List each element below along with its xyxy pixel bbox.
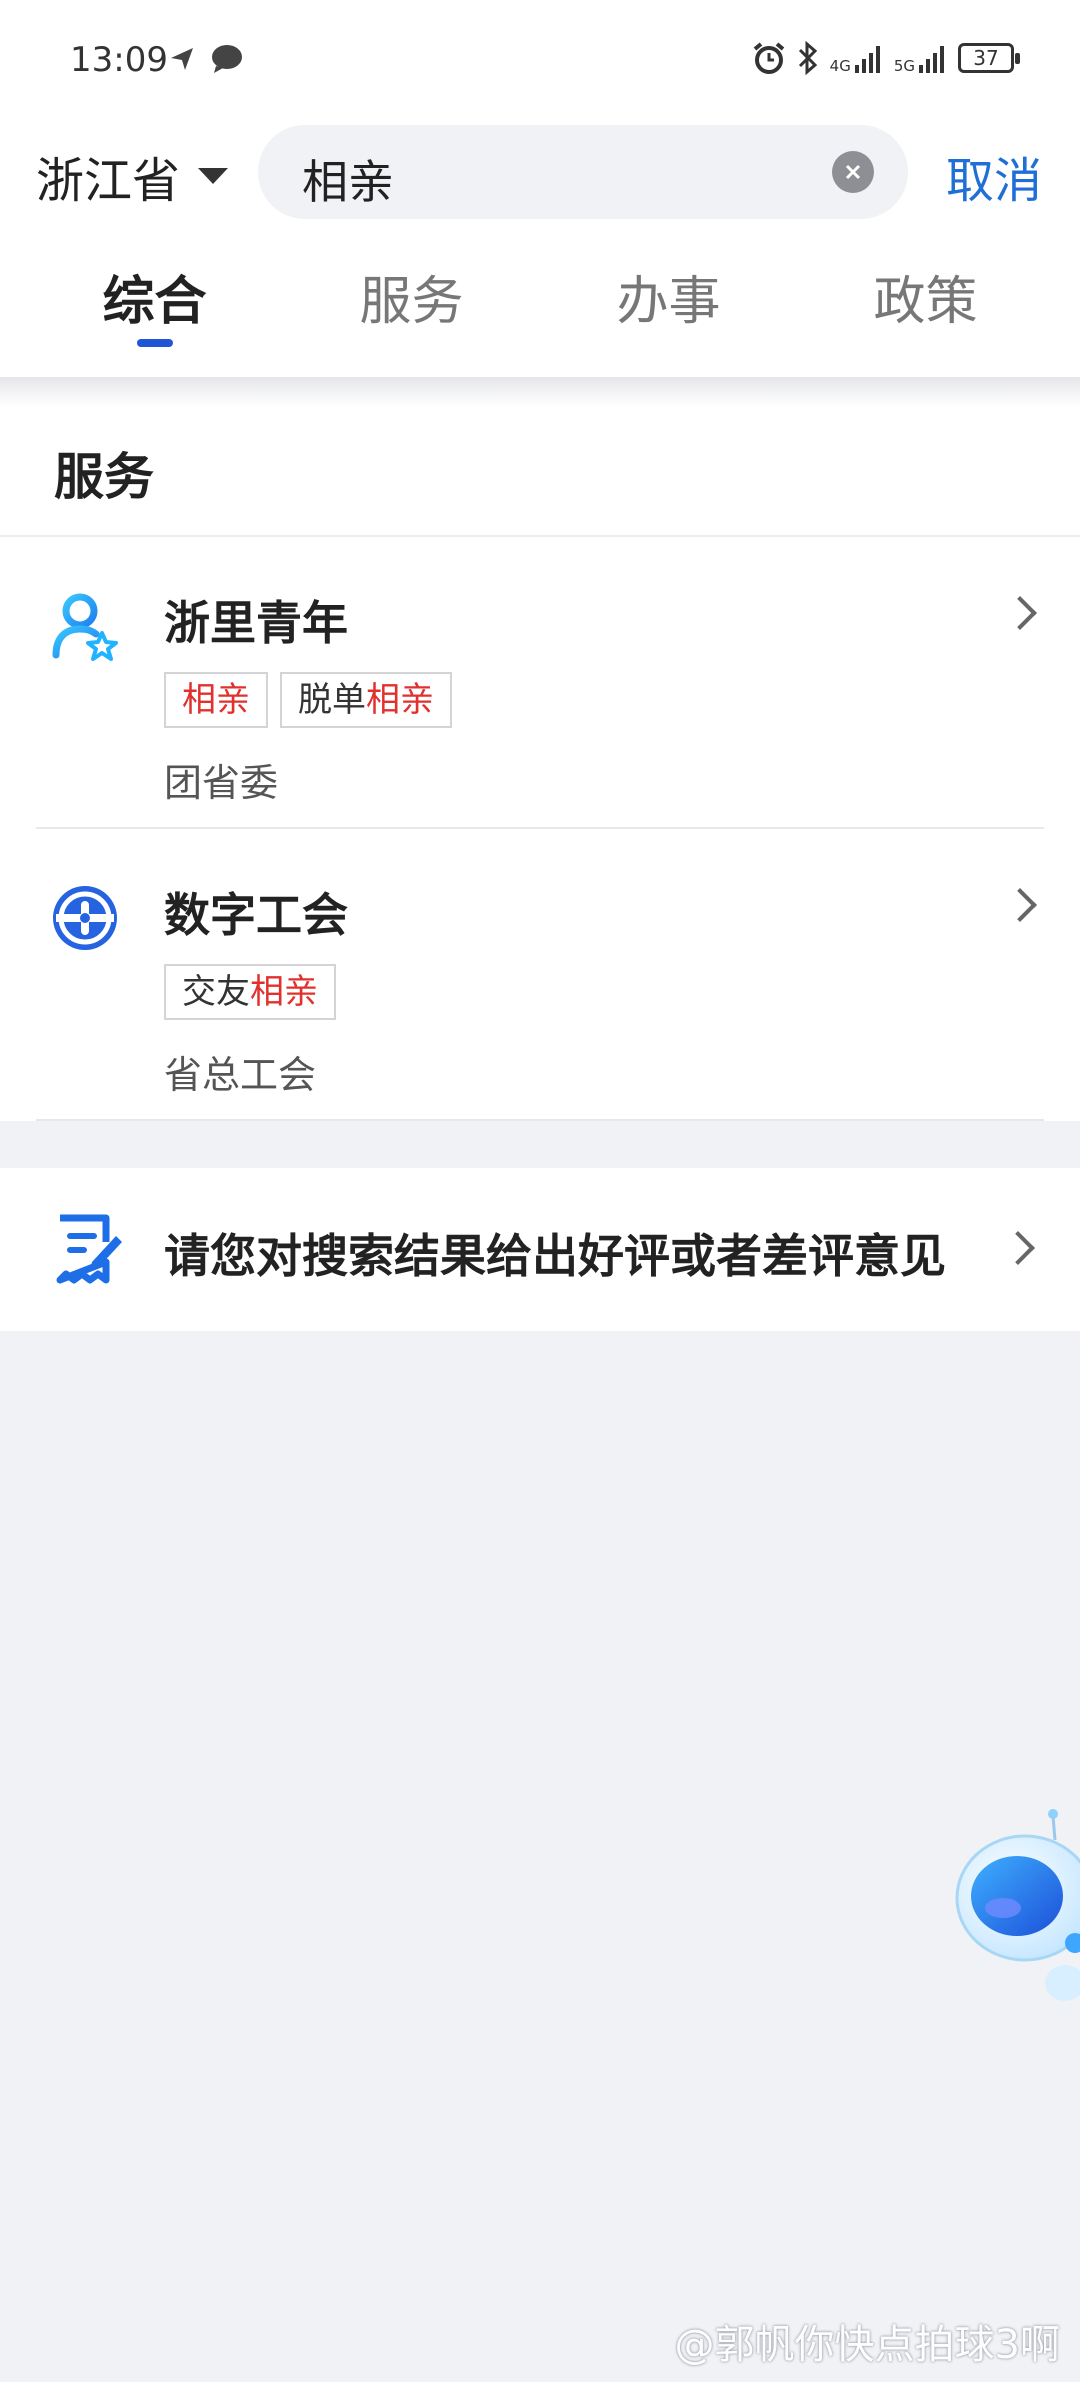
province-selector[interactable]: 浙江省 xyxy=(36,141,229,211)
tag-prefix: 脱单 xyxy=(298,680,366,720)
alarm-icon xyxy=(753,42,784,74)
search-input[interactable]: 相亲 xyxy=(258,125,908,219)
tabs-shadow xyxy=(0,377,1080,407)
tab-policy[interactable]: 政策 xyxy=(826,245,1026,377)
watermark: @郭帆你快点拍球3啊 xyxy=(674,2322,1060,2368)
feedback-text: 请您对搜索结果给出好评或者差评意见 xyxy=(164,1229,946,1283)
chevron-right-icon xyxy=(1003,888,1037,922)
tab-bar: 综合 服务 办事 政策 xyxy=(0,245,1080,377)
service-item-digital-union[interactable]: 数字工会 交友相亲 省总工会 xyxy=(36,829,1044,1121)
chevron-right-icon xyxy=(1003,596,1037,630)
bluetooth-icon xyxy=(798,40,817,76)
feedback-row[interactable]: 请您对搜索结果给出好评或者差评意见 xyxy=(0,1168,1080,1331)
assistant-robot-icon[interactable] xyxy=(955,1808,1080,2008)
status-bar: 13:09 4G 5G 37 xyxy=(0,0,1080,125)
service-tag: 脱单相亲 xyxy=(280,672,452,728)
tab-affairs[interactable]: 办事 xyxy=(569,245,769,377)
services-section: 服务 浙里青年 相亲 脱单相亲 团省委 数字工会 交友相亲 省总工会 xyxy=(0,407,1080,1121)
caret-down-icon xyxy=(198,168,229,184)
service-tags: 交友相亲 xyxy=(164,964,336,1020)
net-label-5g: 5G xyxy=(893,57,915,75)
service-name: 浙里青年 xyxy=(164,596,348,650)
service-org: 团省委 xyxy=(164,761,279,805)
tab-comprehensive[interactable]: 综合 xyxy=(55,245,255,377)
net-label-4g: 4G xyxy=(829,57,851,75)
signal-icon-2 xyxy=(919,46,944,73)
section-title: 服务 xyxy=(0,407,1080,537)
province-label: 浙江省 xyxy=(36,153,181,209)
search-header: 浙江省 相亲 取消 xyxy=(0,125,1080,245)
service-tag: 交友相亲 xyxy=(164,964,336,1020)
service-org: 省总工会 xyxy=(164,1053,317,1097)
message-bubble-icon xyxy=(212,45,242,73)
tab-services[interactable]: 服务 xyxy=(312,245,512,377)
service-item-zheli-youth[interactable]: 浙里青年 相亲 脱单相亲 团省委 xyxy=(36,537,1044,829)
tag-highlight: 相亲 xyxy=(182,680,250,720)
service-tags: 相亲 脱单相亲 xyxy=(164,672,452,728)
battery-indicator: 37 xyxy=(958,43,1020,73)
youth-user-star-icon xyxy=(52,593,118,661)
service-tag: 相亲 xyxy=(164,672,268,728)
union-emblem-icon xyxy=(53,886,117,950)
service-name: 数字工会 xyxy=(164,888,348,942)
feedback-edit-icon xyxy=(56,1214,122,1284)
signal-icon xyxy=(854,46,880,73)
top-header: 13:09 4G 5G 37 浙江省 相亲 取消 综合 服务 办事 政策 xyxy=(0,0,1080,377)
tag-highlight: 相亲 xyxy=(250,972,318,1012)
tag-prefix: 交友 xyxy=(182,972,250,1012)
chevron-right-icon xyxy=(1001,1231,1035,1265)
clear-icon[interactable] xyxy=(832,151,874,193)
navigation-arrow-icon xyxy=(171,48,193,70)
cancel-button[interactable]: 取消 xyxy=(946,141,1042,211)
search-query: 相亲 xyxy=(302,155,394,209)
tag-highlight: 相亲 xyxy=(366,680,434,720)
status-time: 13:09 xyxy=(70,40,168,80)
